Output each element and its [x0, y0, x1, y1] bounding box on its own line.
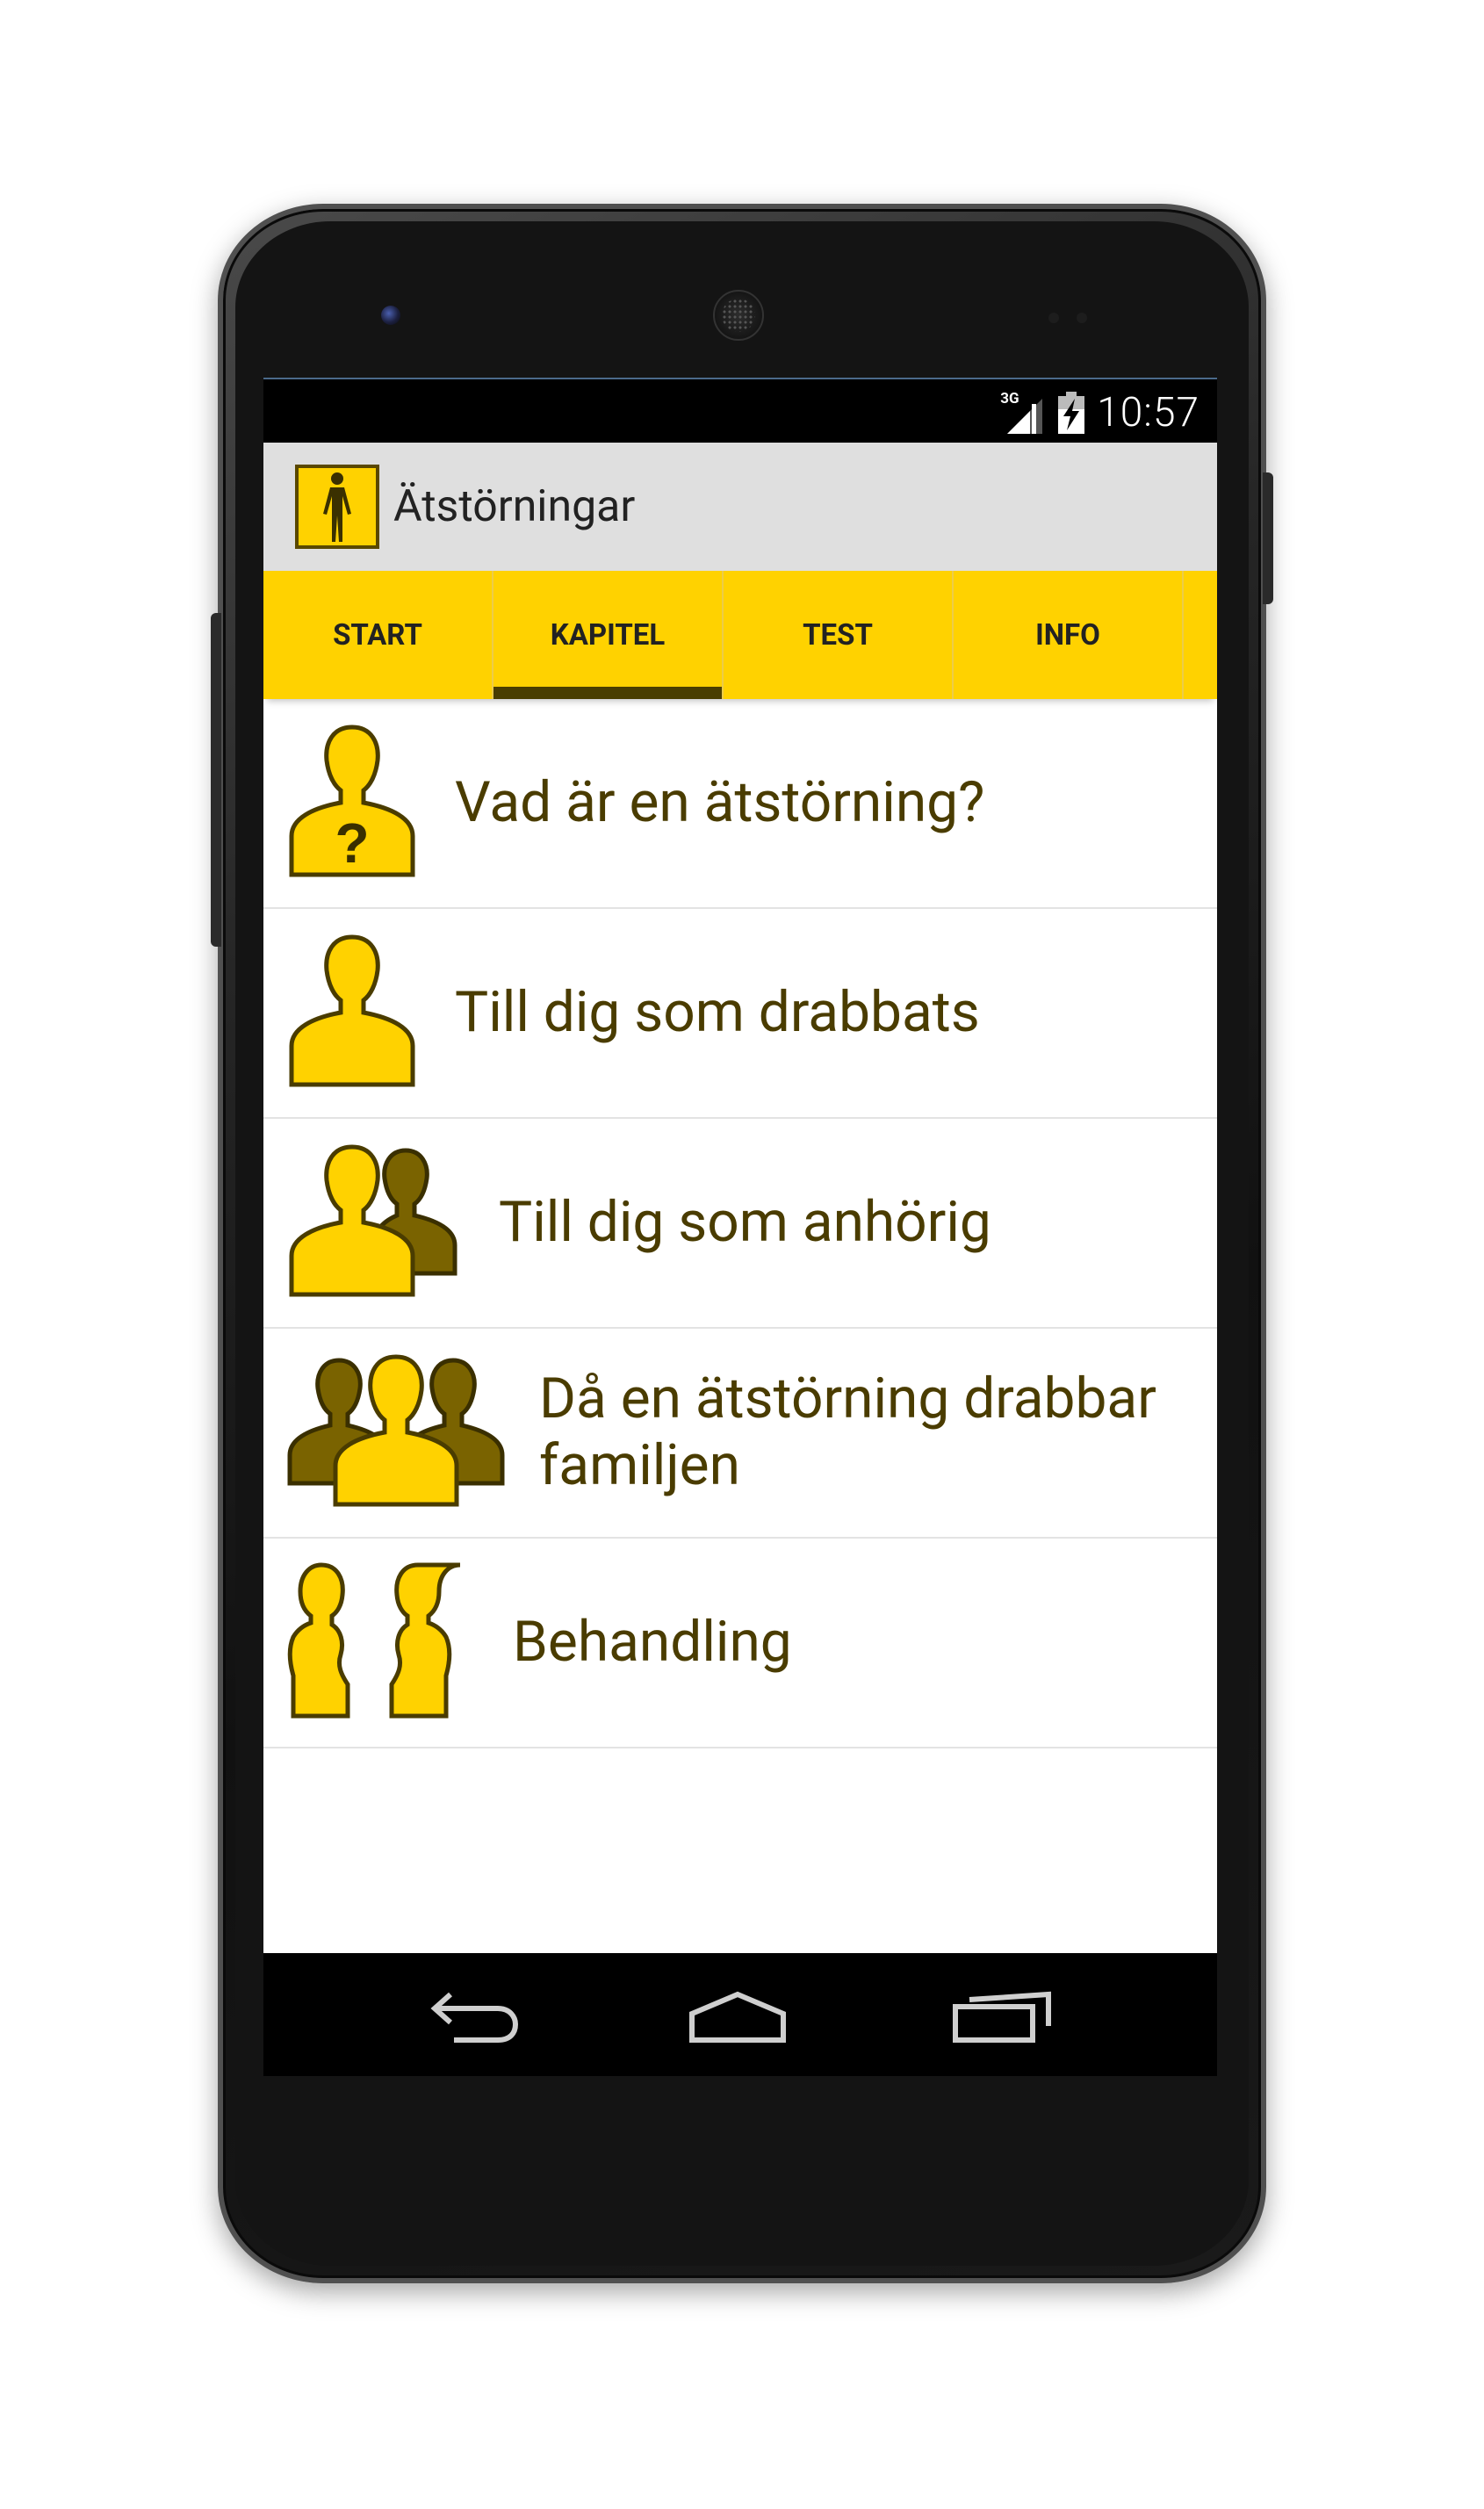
- status-bar: 3G 10:57: [263, 378, 1217, 443]
- list-item[interactable]: Behandling: [263, 1539, 1217, 1748]
- power-button: [1263, 472, 1273, 604]
- tab-overflow[interactable]: [1184, 571, 1207, 699]
- list-item[interactable]: Då en ätstörning drabbar familjen: [263, 1329, 1217, 1539]
- action-bar: Ätstörningar: [263, 443, 1217, 571]
- chapter-label: Då en ätstörning drabbar familjen: [539, 1366, 1156, 1498]
- chapter-label: Behandling: [513, 1609, 792, 1675]
- home-button[interactable]: [685, 1986, 790, 2048]
- two-profiles-icon: [286, 1561, 479, 1723]
- two-persons-icon: [286, 1142, 462, 1303]
- back-button[interactable]: [420, 1986, 525, 2048]
- tab-start[interactable]: START: [263, 571, 493, 699]
- list-item[interactable]: Till dig som drabbats: [263, 909, 1217, 1119]
- tab-info[interactable]: INFO: [954, 571, 1184, 699]
- screen: 3G 10:57 Ätstörningar START KAPITEL TEST…: [263, 378, 1217, 2076]
- tab-kapitel[interactable]: KAPITEL: [493, 571, 724, 699]
- status-icons: 3G 10:57: [1000, 386, 1199, 439]
- navigation-bar: [263, 1953, 1217, 2076]
- family-icon: [286, 1352, 506, 1513]
- home-icon: [689, 1991, 786, 2043]
- battery-charging-icon: [1058, 392, 1085, 434]
- chapter-label: Till dig som drabbats: [455, 979, 980, 1045]
- svg-text:?: ?: [335, 811, 369, 875]
- signal-icon: 3G: [1000, 392, 1046, 434]
- front-camera: [381, 306, 400, 325]
- recent-apps-button[interactable]: [948, 1986, 1054, 2048]
- list-item[interactable]: Till dig som anhörig: [263, 1119, 1217, 1329]
- light-sensor: [1077, 313, 1087, 323]
- clock: 10:57: [1097, 389, 1199, 436]
- chapter-list: ? Vad är en ätstörning? Till dig som dra…: [263, 699, 1217, 1748]
- back-arrow-icon: [430, 1992, 519, 2043]
- list-item[interactable]: ? Vad är en ätstörning?: [263, 699, 1217, 909]
- proximity-sensor: [1048, 313, 1059, 323]
- app-title: Ätstörningar: [393, 481, 636, 532]
- recent-apps-icon: [953, 1991, 1051, 2043]
- person-icon: [286, 932, 418, 1093]
- earpiece-speaker: [713, 290, 764, 341]
- person-question-icon: ?: [286, 722, 418, 883]
- volume-button: [211, 613, 221, 947]
- chapter-label: Vad är en ätstörning?: [455, 769, 985, 835]
- chapter-label: Till dig som anhörig: [499, 1189, 991, 1255]
- app-logo-icon[interactable]: [295, 465, 379, 549]
- tab-bar: START KAPITEL TEST INFO: [263, 571, 1217, 699]
- tab-test[interactable]: TEST: [724, 571, 954, 699]
